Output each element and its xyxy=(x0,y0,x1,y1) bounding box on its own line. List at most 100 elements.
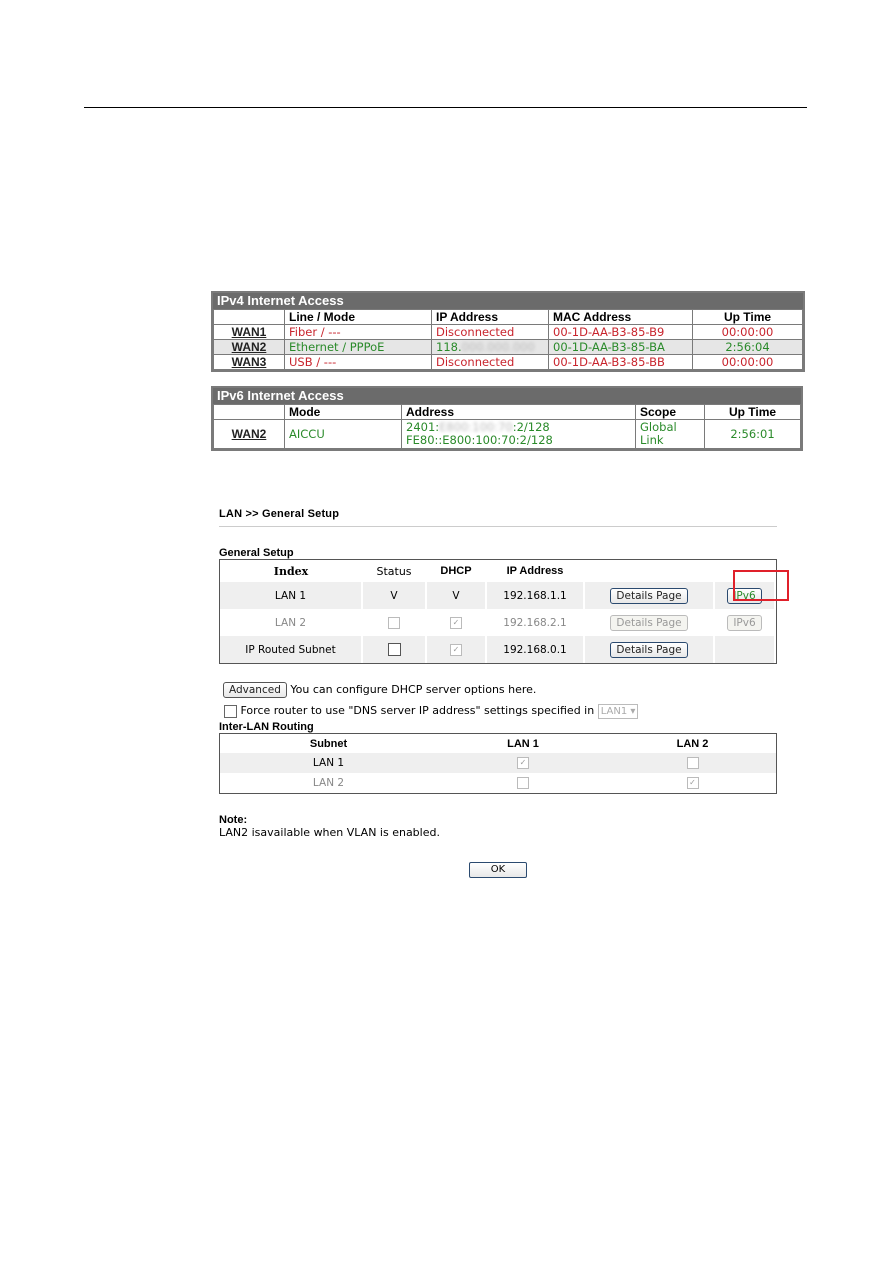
header-status: Status xyxy=(376,564,412,578)
page-header-rule xyxy=(84,107,807,108)
general-setup-title: General Setup xyxy=(219,547,294,559)
ipv6-header-scope: Scope xyxy=(635,404,705,420)
ipv6-mode: AICCU xyxy=(284,419,402,449)
table-row: WAN3 USB / --- Disconnected 00-1D-AA-B3-… xyxy=(213,354,803,370)
lan-ip: 192.168.0.1 xyxy=(486,636,585,663)
dns-lan-select[interactable]: LAN1 ▾ xyxy=(597,704,639,719)
lan2-ipv6-button[interactable]: IPv6 xyxy=(727,614,762,631)
ipv6-highlight-box xyxy=(733,570,789,601)
routed-subnet-dhcp-checkbox[interactable]: ✓ xyxy=(450,643,462,656)
ipv6-address-suffix: :2/128 xyxy=(512,420,550,434)
wan-ip: 118.000.000.000 xyxy=(431,339,549,355)
routed-subnet-details-page-button[interactable]: Details Page xyxy=(610,641,688,658)
header-lan2: LAN 2 xyxy=(676,737,709,750)
table-row: LAN 2 ✓ 192.168.2.1 Details Page IPv6 xyxy=(220,609,776,636)
table-row: IP Routed Subnet ✓ 192.168.0.1 Details P… xyxy=(220,636,776,663)
lan-index: LAN 1 xyxy=(220,582,363,609)
table-row: LAN 1 ✓ xyxy=(220,753,776,773)
wan-uptime: 00:00:00 xyxy=(692,354,803,370)
lan1-to-lan2-checkbox[interactable] xyxy=(686,757,699,769)
force-dns-label: Force router to use "DNS server IP addre… xyxy=(240,704,595,717)
ipv4-header-mode: Line / Mode xyxy=(284,309,432,325)
wan-mode: Fiber / --- xyxy=(284,324,432,340)
wan-ip: Disconnected xyxy=(431,324,549,340)
ipv6-link-local-address: FE80::E800:100:70:2/128 xyxy=(406,433,553,447)
wan-mode: USB / --- xyxy=(284,354,432,370)
ipv6-uptime: 2:56:01 xyxy=(704,419,801,449)
ok-button[interactable]: OK xyxy=(469,862,527,878)
header-index: Index xyxy=(273,564,309,578)
lan2-to-lan2-checkbox[interactable]: ✓ xyxy=(686,777,699,789)
header-ip-address: IP Address xyxy=(506,565,564,577)
ipv4-internet-access-panel: IPv4 Internet Access Line / Mode IP Addr… xyxy=(211,291,805,372)
note-text: LAN2 isavailable when VLAN is enabled. xyxy=(219,826,440,839)
subnet-label: LAN 2 xyxy=(312,777,345,789)
ipv6-header-mode: Mode xyxy=(284,404,402,420)
wan-ip-redacted: 000.000.000 xyxy=(461,340,535,354)
wan3-link[interactable]: WAN3 xyxy=(213,354,285,370)
wan-mode: Ethernet / PPPoE xyxy=(284,339,432,355)
lan2-status-checkbox[interactable] xyxy=(388,616,400,629)
advanced-row: Advanced You can configure DHCP server o… xyxy=(219,682,777,698)
subnet-label: LAN 1 xyxy=(312,757,345,769)
advanced-button[interactable]: Advanced xyxy=(223,682,287,698)
ipv6-address: 2401:E800:100:70:2/128 FE80::E800:100:70… xyxy=(401,419,636,449)
note-title: Note: xyxy=(219,814,248,826)
routed-subnet-status-checkbox[interactable] xyxy=(387,643,401,656)
ipv4-header-ip: IP Address xyxy=(431,309,549,325)
lan-index: LAN 2 xyxy=(220,609,363,636)
lan-index: IP Routed Subnet xyxy=(220,636,363,663)
ipv4-header-wan xyxy=(213,309,285,325)
chevron-down-icon: ▾ xyxy=(630,706,636,717)
wan-ip: Disconnected xyxy=(431,354,549,370)
table-row: WAN2 Ethernet / PPPoE 118.000.000.000 00… xyxy=(213,339,803,355)
wan1-link[interactable]: WAN1 xyxy=(213,324,285,340)
ipv6-table: Mode Address Scope Up Time WAN2 AICCU 24… xyxy=(213,404,801,449)
wan-uptime: 2:56:04 xyxy=(692,339,803,355)
lan-dhcp: V xyxy=(426,582,487,609)
scope-global: Global xyxy=(640,420,677,434)
wan-uptime: 00:00:00 xyxy=(692,324,803,340)
ipv6-scope: Global Link xyxy=(635,419,705,449)
lan2-dhcp-checkbox[interactable]: ✓ xyxy=(450,616,462,629)
table-row: WAN1 Fiber / --- Disconnected 00-1D-AA-B… xyxy=(213,324,803,340)
advanced-description: You can configure DHCP server options he… xyxy=(290,683,537,696)
ipv6-address-prefix: 2401: xyxy=(406,420,440,434)
lan2-details-page-button[interactable]: Details Page xyxy=(610,614,688,631)
header-dhcp: DHCP xyxy=(440,565,472,577)
lan-ip: 192.168.1.1 xyxy=(486,582,585,609)
lan-status: V xyxy=(362,582,427,609)
ipv4-table: Line / Mode IP Address MAC Address Up Ti… xyxy=(213,309,803,370)
ipv4-header-uptime: Up Time xyxy=(692,309,803,325)
header-subnet: Subnet xyxy=(309,737,348,750)
lan2-to-lan1-checkbox[interactable] xyxy=(517,777,529,789)
force-dns-row: Force router to use "DNS server IP addre… xyxy=(219,704,777,719)
wan-mac: 00-1D-AA-B3-85-B9 xyxy=(548,324,693,340)
wan-ip-prefix: 118. xyxy=(436,340,462,354)
lan1-details-page-button[interactable]: Details Page xyxy=(610,587,688,604)
force-dns-checkbox[interactable] xyxy=(224,704,237,718)
ipv6-header-wan xyxy=(213,404,285,420)
inter-lan-routing-title: Inter-LAN Routing xyxy=(219,721,314,733)
wan-mac: 00-1D-AA-B3-85-BB xyxy=(548,354,693,370)
table-row: LAN 1 V V 192.168.1.1 Details Page IPv6 xyxy=(220,582,776,609)
header-lan1: LAN 1 xyxy=(507,737,539,750)
scope-link: Link xyxy=(640,433,664,447)
table-row: WAN2 AICCU 2401:E800:100:70:2/128 FE80::… xyxy=(213,419,801,449)
wan2-link[interactable]: WAN2 xyxy=(213,339,285,355)
ipv6-internet-access-panel: IPv6 Internet Access Mode Address Scope … xyxy=(211,386,803,451)
lan-ip: 192.168.2.1 xyxy=(486,609,585,636)
ipv6-address-redacted: E800:100:70 xyxy=(439,420,513,434)
general-setup-table: Index Status DHCP IP Address LAN 1 V V 1… xyxy=(219,559,777,664)
inter-lan-routing-table: Subnet LAN 1 LAN 2 LAN 1 ✓ LAN 2 ✓ xyxy=(219,733,777,794)
wan-mac: 00-1D-AA-B3-85-BA xyxy=(548,339,693,355)
ipv6-wan2-link[interactable]: WAN2 xyxy=(213,419,285,449)
table-row: LAN 2 ✓ xyxy=(220,773,776,793)
ipv6-header-address: Address xyxy=(401,404,636,420)
dns-lan-select-value: LAN1 xyxy=(600,706,628,717)
ipv6-header-uptime: Up Time xyxy=(704,404,801,420)
ipv6-panel-title: IPv6 Internet Access xyxy=(213,388,801,404)
ipv4-panel-title: IPv4 Internet Access xyxy=(213,293,803,309)
lan1-to-lan1-checkbox[interactable]: ✓ xyxy=(517,757,529,769)
lan-general-setup-page: LAN >> General Setup General Setup Index… xyxy=(219,508,777,839)
